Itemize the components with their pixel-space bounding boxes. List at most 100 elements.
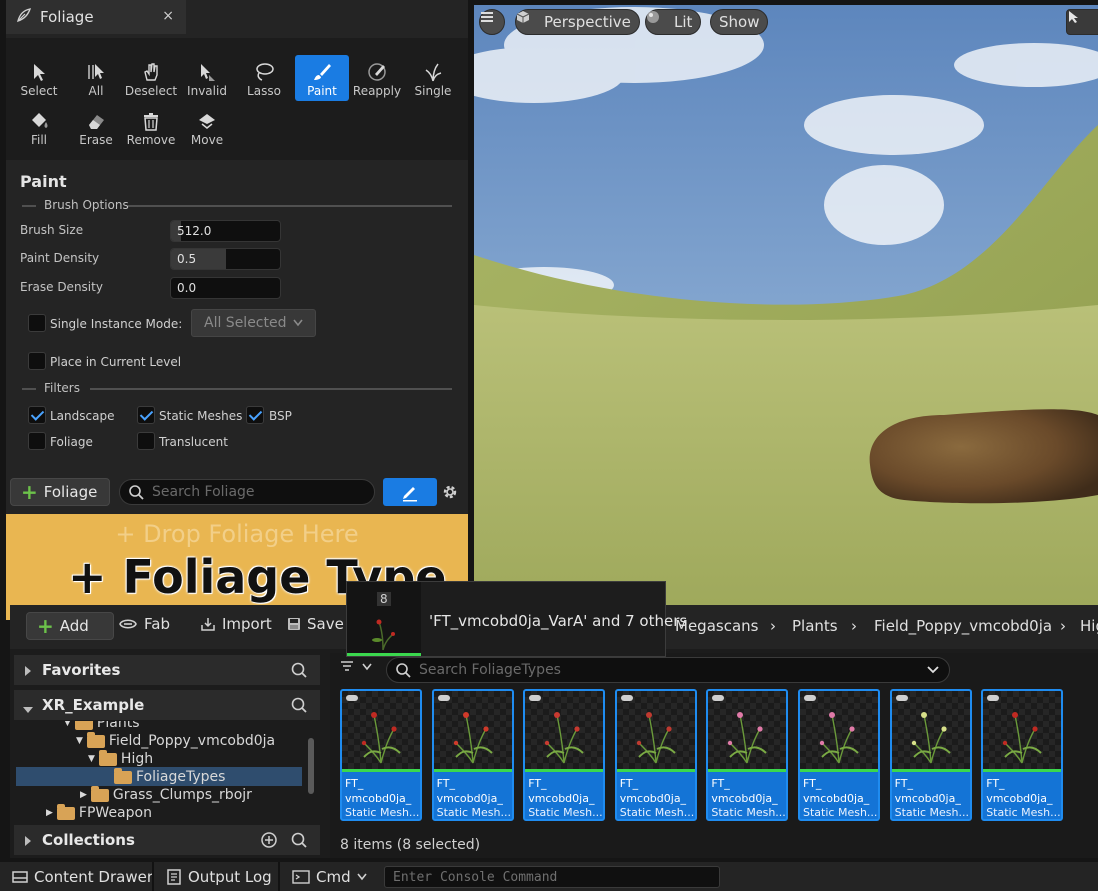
tool-all[interactable]: All bbox=[69, 55, 123, 101]
drag-count-badge: 8 bbox=[377, 592, 391, 606]
level-viewport[interactable]: Perspective Lit Show bbox=[474, 5, 1098, 605]
filter-landscape-label: Landscape bbox=[50, 409, 115, 423]
gear-icon[interactable] bbox=[441, 483, 459, 504]
tree-item-field-poppy[interactable]: ▼ Field_Poppy_vmcobd0ja bbox=[76, 731, 275, 750]
asset-tile[interactable]: FT_ vmcobd0ja_ Static Mesh... bbox=[798, 689, 880, 821]
asset-tile[interactable]: FT_ vmcobd0ja_ Static Mesh... bbox=[614, 689, 697, 821]
foliage-tab[interactable]: Foliage × bbox=[6, 0, 186, 34]
breadcrumb-plants[interactable]: Plants bbox=[792, 617, 838, 635]
save-icon bbox=[288, 618, 300, 630]
filter-foliage-checkbox[interactable] bbox=[28, 432, 46, 450]
tool-invalid[interactable]: Invalid bbox=[180, 55, 234, 101]
tool-single[interactable]: Single bbox=[406, 55, 460, 101]
erase-density-field[interactable]: 0.0 bbox=[170, 277, 281, 299]
filter-bsp-checkbox[interactable] bbox=[246, 406, 264, 424]
foliage-tab-title: Foliage bbox=[40, 8, 94, 26]
filter-static-meshes-checkbox[interactable] bbox=[137, 406, 155, 424]
console-command-input[interactable]: Enter Console Command bbox=[384, 866, 720, 888]
place-in-level-checkbox[interactable] bbox=[28, 352, 46, 370]
erase-density-label: Erase Density bbox=[20, 280, 103, 294]
filters-header[interactable]: Filters bbox=[44, 381, 80, 395]
asset-tile[interactable]: FT_ vmcobd0ja_ Static Mesh... bbox=[981, 689, 1064, 821]
search-icon[interactable] bbox=[290, 696, 308, 718]
favorites-header[interactable]: Favorites bbox=[14, 655, 320, 685]
asset-badge-icon bbox=[437, 695, 450, 701]
single-instance-value: All Selected bbox=[204, 315, 287, 331]
asset-tile[interactable]: FT_ vmcobd0ja_ Static Mesh... bbox=[523, 689, 606, 821]
cmd-button[interactable]: Cmd bbox=[292, 868, 367, 886]
breadcrumb-megascans[interactable]: Megascans bbox=[675, 617, 758, 635]
tool-select[interactable]: Select bbox=[12, 55, 66, 101]
chevron-down-icon: ▼ bbox=[76, 736, 83, 746]
tree-item-label: High bbox=[120, 751, 154, 767]
tree-item-grass-clumps[interactable]: ▶ Grass_Clumps_rbojr bbox=[80, 785, 252, 804]
asset-tile[interactable]: FT_ vmcobd0ja_ Static Mesh... bbox=[340, 689, 422, 821]
tool-paint[interactable]: Paint bbox=[295, 55, 349, 101]
add-foliage-button[interactable]: + Foliage bbox=[10, 478, 110, 506]
add-button[interactable]: + Add bbox=[26, 612, 114, 640]
asset-tile[interactable]: FT_ vmcobd0ja_ Static Mesh... bbox=[706, 689, 789, 821]
single-instance-dropdown[interactable]: All Selected bbox=[191, 309, 316, 337]
tool-lasso[interactable]: Lasso bbox=[237, 55, 291, 101]
edit-foliage-button[interactable] bbox=[383, 478, 437, 506]
paint-density-field[interactable]: 0.5 bbox=[170, 248, 281, 270]
asset-search-input[interactable]: Search FoliageTypes bbox=[386, 657, 950, 683]
asset-tile[interactable]: FT_ vmcobd0ja_ Static Mesh... bbox=[889, 689, 972, 821]
tool-move[interactable]: Move bbox=[180, 104, 234, 150]
content-drawer-label: Content Drawer bbox=[34, 868, 153, 886]
add-foliage-label: Foliage bbox=[43, 483, 98, 501]
folder-tree: Favorites XR_Example ▼ Plants ▼ Field_Popp… bbox=[14, 653, 324, 858]
tree-item-plants[interactable]: ▼ Plants bbox=[64, 721, 140, 732]
tool-reapply[interactable]: Reapply bbox=[350, 55, 404, 101]
asset-badge-icon bbox=[987, 695, 1000, 701]
tool-fill[interactable]: Fill bbox=[12, 104, 66, 150]
tool-remove[interactable]: Remove bbox=[124, 104, 178, 150]
tool-erase[interactable]: Erase bbox=[69, 104, 123, 150]
single-instance-label: Single Instance Mode: bbox=[50, 317, 183, 331]
perspective-button[interactable]: Perspective bbox=[515, 9, 640, 35]
brush-size-field[interactable]: 512.0 bbox=[170, 220, 281, 242]
foliage-search-input[interactable]: Search Foliage bbox=[119, 479, 375, 505]
filter-landscape-checkbox[interactable] bbox=[28, 406, 46, 424]
asset-type: Static Mesh... bbox=[436, 806, 511, 819]
breadcrumb-field-poppy[interactable]: Field_Poppy_vmcobd0ja bbox=[874, 617, 1052, 635]
content-drawer-button[interactable]: Content Drawer bbox=[12, 868, 153, 886]
asset-name: FT_ vmcobd0ja_ bbox=[528, 777, 595, 805]
tree-scrollbar[interactable] bbox=[308, 738, 314, 794]
asset-thumbnail bbox=[983, 691, 1062, 769]
fab-button[interactable]: Fab bbox=[118, 615, 170, 633]
project-header[interactable]: XR_Example bbox=[14, 690, 320, 720]
import-button[interactable]: Import bbox=[200, 615, 272, 633]
filter-translucent-checkbox[interactable] bbox=[137, 432, 155, 450]
select-mode-button[interactable] bbox=[1066, 9, 1098, 35]
close-icon[interactable]: × bbox=[162, 8, 174, 24]
filter-button[interactable] bbox=[340, 659, 372, 675]
single-instance-checkbox[interactable] bbox=[28, 314, 46, 332]
asset-type-bar bbox=[800, 769, 878, 772]
viewport-menu-button[interactable] bbox=[479, 9, 505, 35]
paint-density-label: Paint Density bbox=[20, 251, 100, 265]
search-icon bbox=[129, 485, 144, 500]
tree-item-label: FPWeapon bbox=[78, 805, 152, 821]
brush-options-header[interactable]: Brush Options bbox=[44, 198, 129, 212]
asset-type: Static Mesh... bbox=[803, 806, 878, 819]
save-button[interactable]: Save bbox=[287, 615, 344, 633]
tree-item-fpweapon[interactable]: ▶ FPWeapon bbox=[46, 803, 152, 822]
asset-type-bar bbox=[616, 769, 695, 772]
tree-item-high[interactable]: ▼ High bbox=[88, 749, 154, 768]
lit-button[interactable]: Lit bbox=[645, 9, 702, 35]
tree-item-foliagetypes[interactable]: FoliageTypes bbox=[114, 767, 225, 786]
show-button[interactable]: Show bbox=[710, 9, 769, 35]
breadcrumb-high[interactable]: Hig bbox=[1080, 617, 1098, 635]
lit-sphere-icon bbox=[647, 11, 668, 29]
search-icon[interactable] bbox=[290, 661, 308, 683]
console-placeholder: Enter Console Command bbox=[393, 869, 558, 885]
asset-tile[interactable]: FT_ vmcobd0ja_ Static Mesh... bbox=[431, 689, 514, 821]
output-log-button[interactable]: Output Log bbox=[166, 868, 272, 886]
add-collection-icon[interactable] bbox=[260, 831, 278, 853]
fill-bucket-icon bbox=[32, 113, 48, 128]
collections-header[interactable]: Collections bbox=[14, 825, 320, 855]
tool-deselect[interactable]: Deselect bbox=[124, 55, 178, 101]
search-icon[interactable] bbox=[290, 831, 308, 853]
divider bbox=[22, 205, 36, 207]
